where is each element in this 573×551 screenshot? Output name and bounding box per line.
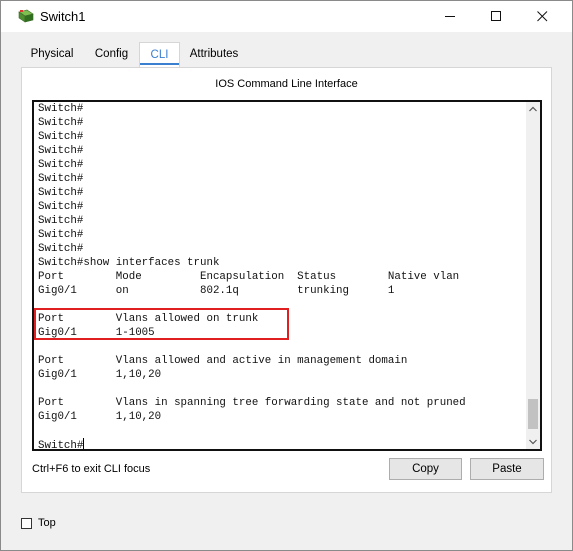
tab-label: Config [94, 48, 129, 60]
chevron-down-icon [529, 439, 537, 445]
terminal-line: Switch# [38, 229, 84, 241]
tab-cli[interactable]: CLI [139, 42, 180, 67]
terminal-line: Port Mode Encapsulation Status Native vl… [38, 271, 460, 283]
minimize-button[interactable] [427, 1, 473, 32]
terminal-line: Gig0/1 1,10,20 [38, 411, 162, 423]
maximize-button[interactable] [473, 1, 519, 32]
terminal-line: Switch# [38, 173, 84, 185]
tab-bar: Physical Config CLI Attributes [1, 42, 572, 68]
cli-terminal[interactable]: Switch# Switch# Switch# Switch# Switch# Switc… [32, 100, 542, 451]
active-tab-indicator [140, 63, 179, 65]
maximize-icon [490, 11, 501, 21]
close-button[interactable] [519, 1, 565, 32]
tab-label: Physical [30, 48, 74, 60]
scroll-up-button[interactable] [526, 102, 540, 116]
terminal-scrollbar[interactable] [526, 102, 540, 449]
terminal-line: Switch# [38, 103, 84, 115]
copy-button[interactable]: Copy [389, 458, 462, 480]
title-bar[interactable]: Switch1 [1, 1, 572, 32]
tab-label: CLI [150, 49, 169, 61]
terminal-output[interactable]: Switch# Switch# Switch# Switch# Switch# Switc… [38, 102, 526, 451]
terminal-line: Switch# [38, 243, 84, 255]
terminal-line: Switch# [38, 145, 84, 157]
cli-focus-hint: Ctrl+F6 to exit CLI focus [32, 463, 151, 475]
tab-config[interactable]: Config [88, 42, 135, 66]
text-cursor [83, 438, 85, 449]
packet-tracer-app-icon [18, 9, 34, 23]
bottom-bar: Top [1, 509, 572, 537]
minimize-icon [444, 16, 455, 17]
paste-button[interactable]: Paste [470, 458, 544, 480]
terminal-line: Gig0/1 on 802.1q trunking 1 [38, 285, 395, 297]
terminal-line: Switch# [38, 215, 84, 227]
terminal-line: Gig0/1 1,10,20 [38, 369, 162, 381]
top-checkbox[interactable] [21, 518, 32, 529]
terminal-line: Switch# [38, 201, 84, 213]
panel-title: IOS Command Line Interface [215, 78, 358, 90]
switch-window: Switch1 Physical Config CLI Attributes I… [0, 0, 573, 551]
terminal-line: Switch# [38, 117, 84, 129]
top-label: Top [38, 517, 56, 529]
chevron-up-icon [529, 106, 537, 112]
scroll-down-button[interactable] [526, 435, 540, 449]
terminal-line: Switch# [38, 131, 84, 143]
tab-physical[interactable]: Physical [22, 42, 82, 66]
terminal-line: Port Vlans allowed on trunk [38, 313, 259, 325]
close-icon [536, 11, 547, 22]
window-title: Switch1 [40, 9, 86, 24]
scroll-thumb[interactable] [528, 399, 538, 429]
terminal-line: Switch# [38, 159, 84, 171]
terminal-line: Port Vlans in spanning tree forwarding s… [38, 397, 466, 409]
terminal-line: Switch#show interfaces trunk [38, 257, 220, 269]
tab-attributes[interactable]: Attributes [182, 42, 246, 66]
terminal-line: Gig0/1 1-1005 [38, 327, 155, 339]
terminal-line: Port Vlans allowed and active in managem… [38, 355, 408, 367]
terminal-line: Switch# [38, 187, 84, 199]
cli-panel: IOS Command Line Interface Switch# Switch… [21, 67, 552, 493]
terminal-line: Switch# [38, 438, 85, 451]
tab-label: Attributes [189, 48, 239, 60]
